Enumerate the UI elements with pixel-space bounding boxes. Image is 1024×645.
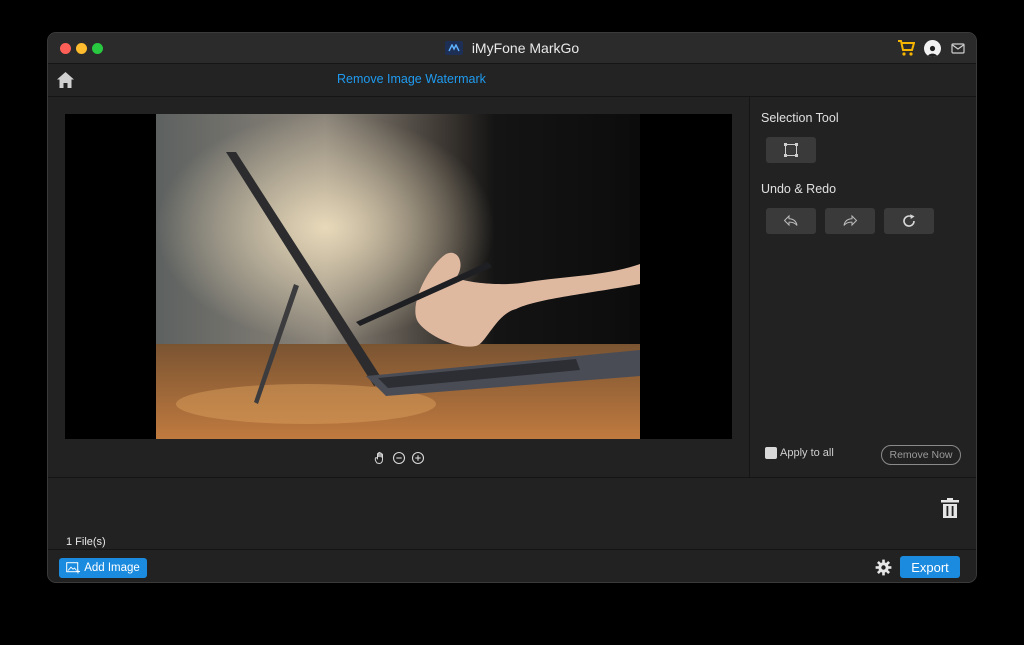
app-logo-icon <box>444 41 463 55</box>
add-image-label: Add Image <box>84 562 140 574</box>
hand-pan-icon[interactable] <box>373 451 387 465</box>
add-image-button[interactable]: Add Image <box>59 558 147 578</box>
canvas-area <box>48 97 750 477</box>
undo-icon <box>783 214 798 227</box>
preview-photo <box>156 114 640 439</box>
mail-icon[interactable] <box>950 40 966 56</box>
redo-button[interactable] <box>825 208 875 234</box>
app-title: iMyFone MarkGo <box>471 40 580 56</box>
zoom-out-icon[interactable] <box>392 451 406 465</box>
add-image-icon <box>66 562 81 574</box>
rectangle-select-icon <box>784 143 798 157</box>
zoom-controls <box>373 451 425 465</box>
user-account-icon[interactable] <box>924 39 941 57</box>
app-window: iMyFone MarkGo Remove Image Watermark Se… <box>47 32 977 583</box>
cart-icon[interactable] <box>897 39 915 57</box>
settings-gear-icon[interactable] <box>875 559 892 576</box>
page-title: Remove Image Watermark <box>337 72 486 86</box>
app-title-group: iMyFone MarkGo <box>48 33 976 63</box>
side-panel: Selection Tool Undo & Redo Apply to all … <box>750 97 976 477</box>
titlebar-actions <box>897 39 966 57</box>
export-button[interactable]: Export <box>900 556 960 578</box>
image-preview[interactable] <box>65 114 732 439</box>
zoom-in-icon[interactable] <box>411 451 425 465</box>
file-count-label: 1 File(s) <box>66 536 106 548</box>
undo-redo-label: Undo & Redo <box>761 182 837 196</box>
title-bar: iMyFone MarkGo <box>48 33 976 64</box>
reset-button[interactable] <box>884 208 934 234</box>
file-strip: 1 File(s) <box>48 477 976 550</box>
home-icon[interactable] <box>56 71 75 89</box>
apply-to-all-label: Apply to all <box>780 447 834 459</box>
main-area: Selection Tool Undo & Redo Apply to all … <box>48 97 976 477</box>
nav-bar: Remove Image Watermark <box>48 64 976 97</box>
remove-now-button[interactable]: Remove Now <box>881 445 961 465</box>
undo-button[interactable] <box>766 208 816 234</box>
rectangle-select-button[interactable] <box>766 137 816 163</box>
apply-to-all-option[interactable]: Apply to all <box>765 447 834 459</box>
redo-icon <box>843 214 858 227</box>
trash-icon[interactable] <box>940 497 960 519</box>
footer-bar: Add Image Export <box>48 549 976 582</box>
reset-icon <box>903 214 915 227</box>
selection-tool-label: Selection Tool <box>761 111 839 125</box>
apply-to-all-checkbox[interactable] <box>765 447 777 459</box>
